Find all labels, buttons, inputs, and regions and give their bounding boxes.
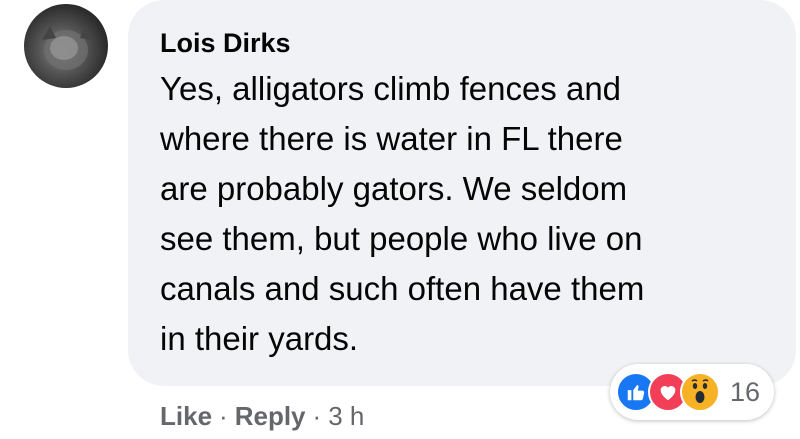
reaction-summary[interactable]: 16 xyxy=(610,364,775,420)
reply-button[interactable]: Reply xyxy=(235,396,306,436)
comment-text: Yes, alligators climb fences and where t… xyxy=(160,64,770,364)
comment-line: Yes, alligators climb fences and xyxy=(160,70,622,107)
comment-author[interactable]: Lois Dirks xyxy=(160,26,768,60)
comment-line: see them, but people who live on xyxy=(160,220,643,257)
like-button[interactable]: Like xyxy=(160,396,212,436)
comment-line: where there is water in FL there xyxy=(160,120,623,157)
comment-line: canals and such often have them xyxy=(160,270,645,307)
comment-line: are probably gators. We seldom xyxy=(160,170,628,207)
comment-bubble: Lois Dirks Yes, alligators climb fences … xyxy=(128,0,796,386)
separator: · xyxy=(312,401,322,431)
reaction-count: 16 xyxy=(730,376,761,407)
separator: · xyxy=(219,401,228,431)
avatar-photo xyxy=(42,24,92,70)
wow-icon xyxy=(680,372,720,412)
comment-actions: Like · Reply · 3 h xyxy=(160,396,364,436)
timestamp[interactable]: 3 h xyxy=(328,396,364,436)
avatar[interactable] xyxy=(24,4,108,88)
comment-line: in their yards. xyxy=(160,320,359,357)
